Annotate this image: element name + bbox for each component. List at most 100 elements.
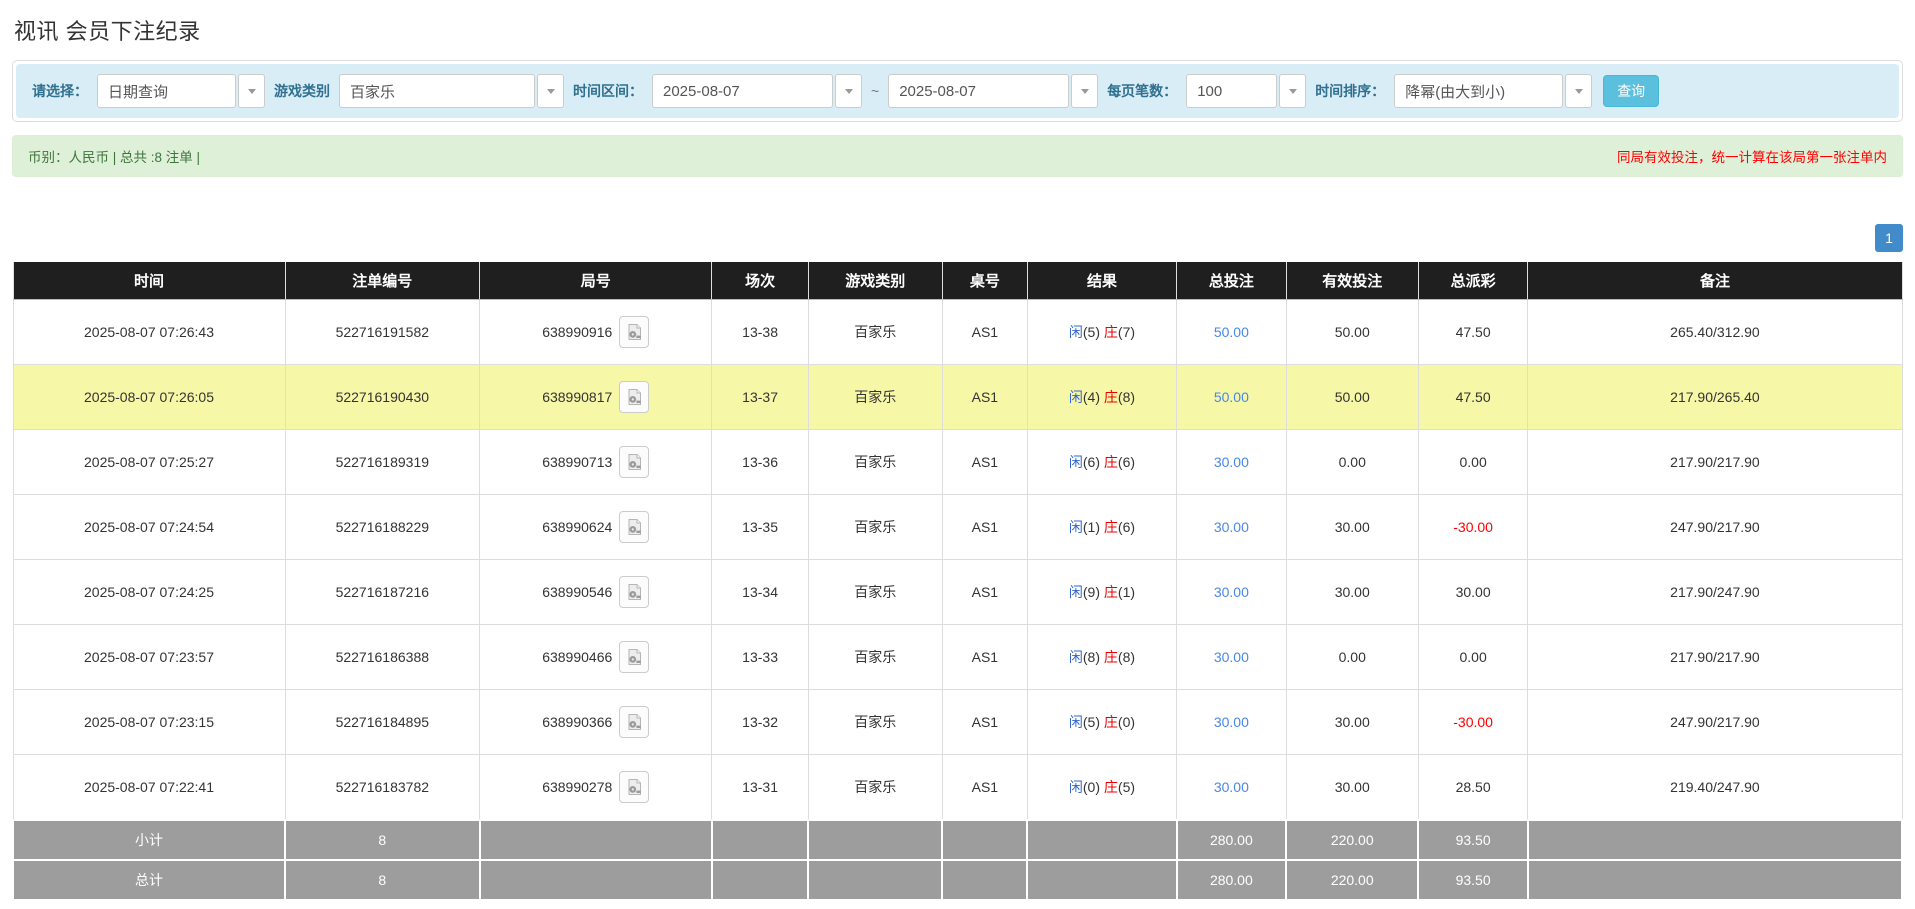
footer-payout: 93.50 [1418, 860, 1528, 900]
total-bet-link[interactable]: 30.00 [1177, 560, 1287, 625]
search-button[interactable]: 查询 [1603, 75, 1659, 107]
round-id: 638990916 [542, 324, 612, 340]
footer-empty [942, 860, 1027, 900]
session-number: 13-38 [712, 300, 808, 365]
column-header: 局号 [480, 262, 712, 300]
pagination-page-1[interactable]: 1 [1875, 224, 1903, 252]
chevron-down-icon [1279, 74, 1306, 108]
video-replay-icon[interactable] [619, 511, 649, 543]
bet-time: 2025-08-07 07:24:54 [13, 495, 285, 560]
footer-empty [1528, 820, 1902, 860]
banker-result: 庄 [1104, 779, 1118, 795]
summary-bar: 币别：人民币 | 总共 :8 注单 | 同局有效投注，统一计算在该局第一张注单内 [12, 135, 1903, 177]
remark: 217.90/247.90 [1528, 560, 1902, 625]
player-score: (9) [1083, 584, 1100, 600]
total-payout: 0.00 [1418, 625, 1528, 690]
video-replay-icon[interactable] [619, 706, 649, 738]
chevron-down-icon [537, 74, 564, 108]
valid-bet: 50.00 [1286, 300, 1418, 365]
table-row: 2025-08-07 07:23:15522716184895638990366… [13, 690, 1902, 755]
table-row: 2025-08-07 07:22:41522716183782638990278… [13, 755, 1902, 821]
player-result: 闲 [1069, 584, 1083, 600]
time-range-label: 时间区间： [573, 81, 643, 101]
subtotal-row: 小计8280.00220.0093.50 [13, 820, 1902, 860]
total-bet-link[interactable]: 50.00 [1177, 300, 1287, 365]
table-row: 2025-08-07 07:26:05522716190430638990817… [13, 365, 1902, 430]
game-category-value: 百家乐 [339, 74, 535, 108]
remark: 217.90/217.90 [1528, 430, 1902, 495]
query-type-select[interactable]: 日期查询 [97, 74, 265, 108]
footer-empty [1528, 860, 1902, 900]
round-cell: 638990916 [480, 300, 712, 365]
chevron-down-icon [1071, 74, 1098, 108]
time-sort-value: 降幂(由大到小) [1394, 74, 1563, 108]
valid-bet: 50.00 [1286, 365, 1418, 430]
page-size-select[interactable]: 100 [1186, 74, 1306, 108]
filter-panel: 请选择： 日期查询 游戏类别 百家乐 时间区间： 2025-08-07 ~ 20… [12, 60, 1903, 122]
table-number: AS1 [942, 690, 1027, 755]
summary-currency-count: 币别：人民币 | 总共 :8 注单 | [28, 146, 200, 166]
total-bet-link[interactable]: 30.00 [1177, 430, 1287, 495]
banker-score: (8) [1118, 649, 1135, 665]
video-replay-icon[interactable] [619, 576, 649, 608]
valid-bet: 30.00 [1286, 690, 1418, 755]
footer-valid-bet: 220.00 [1286, 860, 1418, 900]
total-payout: 47.50 [1418, 300, 1528, 365]
valid-bet: 30.00 [1286, 560, 1418, 625]
bet-id: 522716184895 [285, 690, 480, 755]
remark: 217.90/265.40 [1528, 365, 1902, 430]
game-result: 闲(6) 庄(6) [1027, 430, 1176, 495]
total-payout: 28.50 [1418, 755, 1528, 821]
query-type-value: 日期查询 [97, 74, 236, 108]
total-bet-link[interactable]: 30.00 [1177, 625, 1287, 690]
table-row: 2025-08-07 07:26:43522716191582638990916… [13, 300, 1902, 365]
game-result: 闲(5) 庄(7) [1027, 300, 1176, 365]
video-replay-icon[interactable] [619, 771, 649, 803]
table-number: AS1 [942, 495, 1027, 560]
total-bet-link[interactable]: 30.00 [1177, 690, 1287, 755]
game-category-select[interactable]: 百家乐 [339, 74, 564, 108]
player-score: (5) [1083, 324, 1100, 340]
column-header: 备注 [1528, 262, 1902, 300]
game-category: 百家乐 [808, 625, 942, 690]
column-header: 有效投注 [1286, 262, 1418, 300]
game-result: 闲(5) 庄(0) [1027, 690, 1176, 755]
video-replay-icon[interactable] [619, 446, 649, 478]
bet-time: 2025-08-07 07:24:25 [13, 560, 285, 625]
chevron-down-icon [1565, 74, 1592, 108]
valid-bet: 0.00 [1286, 430, 1418, 495]
player-result: 闲 [1069, 714, 1083, 730]
video-replay-icon[interactable] [619, 381, 649, 413]
table-row: 2025-08-07 07:23:57522716186388638990466… [13, 625, 1902, 690]
round-id: 638990466 [542, 649, 612, 665]
total-bet-link[interactable]: 50.00 [1177, 365, 1287, 430]
footer-empty [712, 860, 808, 900]
player-result: 闲 [1069, 779, 1083, 795]
query-type-label: 请选择： [32, 81, 88, 101]
betting-records-page: 视讯 会员下注纪录 请选择： 日期查询 游戏类别 百家乐 时间区间： 2025-… [0, 0, 1915, 909]
date-to-select[interactable]: 2025-08-07 [888, 74, 1098, 108]
game-category: 百家乐 [808, 755, 942, 821]
bet-id: 522716188229 [285, 495, 480, 560]
bet-id: 522716191582 [285, 300, 480, 365]
table-number: AS1 [942, 430, 1027, 495]
video-replay-icon[interactable] [619, 316, 649, 348]
time-sort-select[interactable]: 降幂(由大到小) [1394, 74, 1592, 108]
remark: 247.90/217.90 [1528, 495, 1902, 560]
banker-score: (6) [1118, 519, 1135, 535]
footer-total-bet: 280.00 [1177, 820, 1287, 860]
remark: 217.90/217.90 [1528, 625, 1902, 690]
total-bet-link[interactable]: 30.00 [1177, 495, 1287, 560]
betting-records-table: 时间注单编号局号场次游戏类别桌号结果总投注有效投注总派彩备注 2025-08-0… [12, 262, 1903, 901]
game-category-label: 游戏类别 [274, 81, 330, 101]
table-row: 2025-08-07 07:24:25522716187216638990546… [13, 560, 1902, 625]
session-number: 13-31 [712, 755, 808, 821]
round-cell: 638990817 [480, 365, 712, 430]
banker-result: 庄 [1104, 714, 1118, 730]
total-bet-link[interactable]: 30.00 [1177, 755, 1287, 821]
bet-time: 2025-08-07 07:23:57 [13, 625, 285, 690]
footer-empty [1027, 820, 1176, 860]
column-header: 桌号 [942, 262, 1027, 300]
date-from-select[interactable]: 2025-08-07 [652, 74, 862, 108]
video-replay-icon[interactable] [619, 641, 649, 673]
